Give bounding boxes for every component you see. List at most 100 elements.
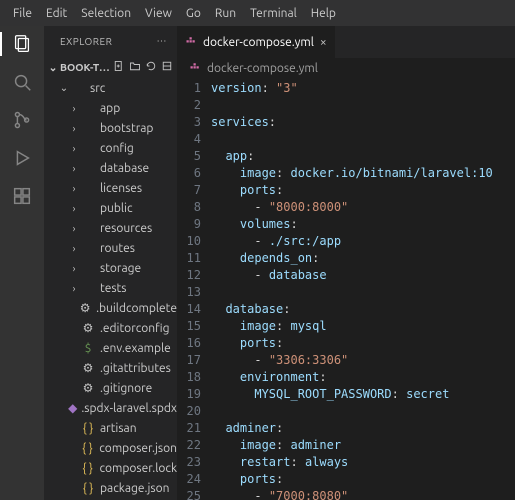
activity-bar: [0, 26, 44, 500]
search-icon[interactable]: [10, 70, 34, 94]
editor-group: docker-compose.yml × docker-compose.yml …: [177, 26, 515, 500]
gear-icon: ⚙: [80, 321, 96, 335]
menu-edit[interactable]: Edit: [39, 7, 74, 20]
tab-docker-compose[interactable]: docker-compose.yml ×: [177, 26, 336, 58]
new-folder-icon[interactable]: [129, 60, 141, 74]
chevron-right-icon: ›: [68, 103, 80, 114]
tree-item-label: public: [100, 202, 133, 215]
chevron-right-icon: ›: [68, 163, 80, 174]
gear-icon: ⚙: [78, 301, 92, 315]
menu-terminal[interactable]: Terminal: [243, 7, 304, 20]
tree-item[interactable]: › licenses: [44, 178, 177, 198]
tree-item[interactable]: › config: [44, 138, 177, 158]
new-file-icon[interactable]: [113, 60, 125, 74]
code-editor[interactable]: 1234567891011121314151617181920212223242…: [177, 78, 515, 500]
tree-item[interactable]: ⚙ .buildcomplete: [44, 298, 177, 318]
tree-item-label: .editorconfig: [100, 322, 170, 335]
editor-tabs: docker-compose.yml ×: [177, 26, 515, 58]
menu-file[interactable]: File: [6, 7, 39, 20]
tree-item[interactable]: ⚙ .gitignore: [44, 378, 177, 398]
breadcrumb[interactable]: docker-compose.yml: [177, 58, 515, 78]
tree-item[interactable]: › tests: [44, 278, 177, 298]
line-number-gutter: 1234567891011121314151617181920212223242…: [177, 80, 211, 500]
menu-run[interactable]: Run: [208, 7, 243, 20]
chevron-down-icon: ⌄: [58, 82, 70, 94]
tree-item[interactable]: $ .env.example: [44, 338, 177, 358]
tree-item-label: tests: [100, 282, 126, 295]
tree-item-label: app: [100, 102, 120, 115]
tree-item[interactable]: { }composer.lock: [44, 458, 177, 478]
tree-item[interactable]: { }composer.json: [44, 438, 177, 458]
tree-item-label: src: [90, 82, 105, 95]
tree-item-label: bootstrap: [100, 122, 153, 135]
breadcrumb-label: docker-compose.yml: [207, 62, 318, 75]
tree-item[interactable]: ⌄ src: [44, 78, 177, 98]
tree-item-label: artisan: [100, 422, 137, 435]
file-tree[interactable]: ⌄src›app›bootstrap›config›database›licen…: [44, 78, 177, 500]
tree-item-label: .spdx-laravel.spdx: [81, 402, 177, 415]
tree-item-label: resources: [100, 222, 152, 235]
tree-item-label: .gitignore: [100, 382, 152, 395]
menu-view[interactable]: View: [138, 7, 179, 20]
tree-item-label: routes: [100, 242, 135, 255]
gear-icon: ⚙: [80, 361, 96, 375]
tree-item[interactable]: › storage: [44, 258, 177, 278]
tree-item[interactable]: { } package.json: [44, 478, 177, 498]
project-section-header[interactable]: ⌄ BOOK-THIS-...: [44, 56, 177, 78]
menu-go[interactable]: Go: [179, 7, 208, 20]
menu-selection[interactable]: Selection: [74, 7, 138, 20]
env-icon: $: [80, 342, 96, 355]
chevron-right-icon: ›: [68, 243, 80, 254]
chevron-right-icon: ›: [68, 203, 80, 214]
json-icon: { }: [80, 442, 96, 455]
chevron-right-icon: ›: [68, 223, 80, 234]
explorer-icon[interactable]: [10, 32, 34, 56]
run-debug-icon[interactable]: [10, 146, 34, 170]
tree-item-label: .buildcomplete: [96, 302, 177, 315]
tree-item-label: .gitattributes: [100, 362, 171, 375]
tab-label: docker-compose.yml: [203, 36, 314, 49]
json-icon: { }: [80, 462, 96, 475]
source-control-icon[interactable]: [10, 108, 34, 132]
sidebar-title: EXPLORER: [60, 36, 112, 47]
project-name: BOOK-THIS-...: [60, 61, 113, 73]
docker-file-icon: [189, 61, 201, 76]
more-icon[interactable]: ⋯: [157, 35, 168, 47]
sidebar-title-row: EXPLORER ⋯: [44, 26, 177, 56]
explorer-sidebar: EXPLORER ⋯ ⌄ BOOK-THIS-... ⌄ src › app › boot…: [44, 26, 177, 500]
tree-item-label: package.json: [100, 482, 169, 495]
extensions-icon[interactable]: [10, 184, 34, 208]
tree-item[interactable]: › bootstrap: [44, 118, 177, 138]
tree-item[interactable]: ◆.spdx-laravel.spdx: [44, 398, 177, 418]
gear-icon: ⚙: [80, 381, 96, 395]
tree-item[interactable]: ⚙ .gitattributes: [44, 358, 177, 378]
tree-item-label: licenses: [100, 182, 142, 195]
json-icon: { }: [80, 482, 96, 495]
menu-help[interactable]: Help: [304, 7, 343, 20]
tree-item-label: config: [100, 142, 134, 155]
tree-item[interactable]: › app: [44, 98, 177, 118]
collapse-icon[interactable]: [161, 60, 173, 74]
tree-item[interactable]: ⚙ .editorconfig: [44, 318, 177, 338]
tree-item-label: composer.lock: [99, 462, 177, 475]
tree-item[interactable]: ›database: [44, 158, 177, 178]
tree-item[interactable]: › public: [44, 198, 177, 218]
chevron-right-icon: ›: [68, 283, 80, 294]
chevron-right-icon: ›: [68, 183, 80, 194]
refresh-icon[interactable]: [145, 60, 157, 74]
docker-file-icon: [185, 35, 197, 50]
workbench: EXPLORER ⋯ ⌄ BOOK-THIS-... ⌄ src › app › boot…: [0, 26, 515, 500]
tree-item-label: storage: [100, 262, 141, 275]
tree-item[interactable]: › routes: [44, 238, 177, 258]
chevron-right-icon: ›: [68, 143, 80, 154]
close-icon[interactable]: ×: [320, 36, 327, 49]
chevron-right-icon: ›: [68, 263, 80, 274]
tree-item[interactable]: › resources: [44, 218, 177, 238]
chevron-down-icon: ⌄: [46, 61, 60, 74]
code-content[interactable]: version: "3"services: app: image: docker…: [211, 80, 515, 500]
json-icon: { }: [80, 422, 96, 435]
tree-item-label: .env.example: [100, 342, 171, 355]
chevron-right-icon: ›: [68, 123, 80, 134]
tree-item-label: composer.json: [99, 442, 177, 455]
tree-item[interactable]: { } artisan: [44, 418, 177, 438]
